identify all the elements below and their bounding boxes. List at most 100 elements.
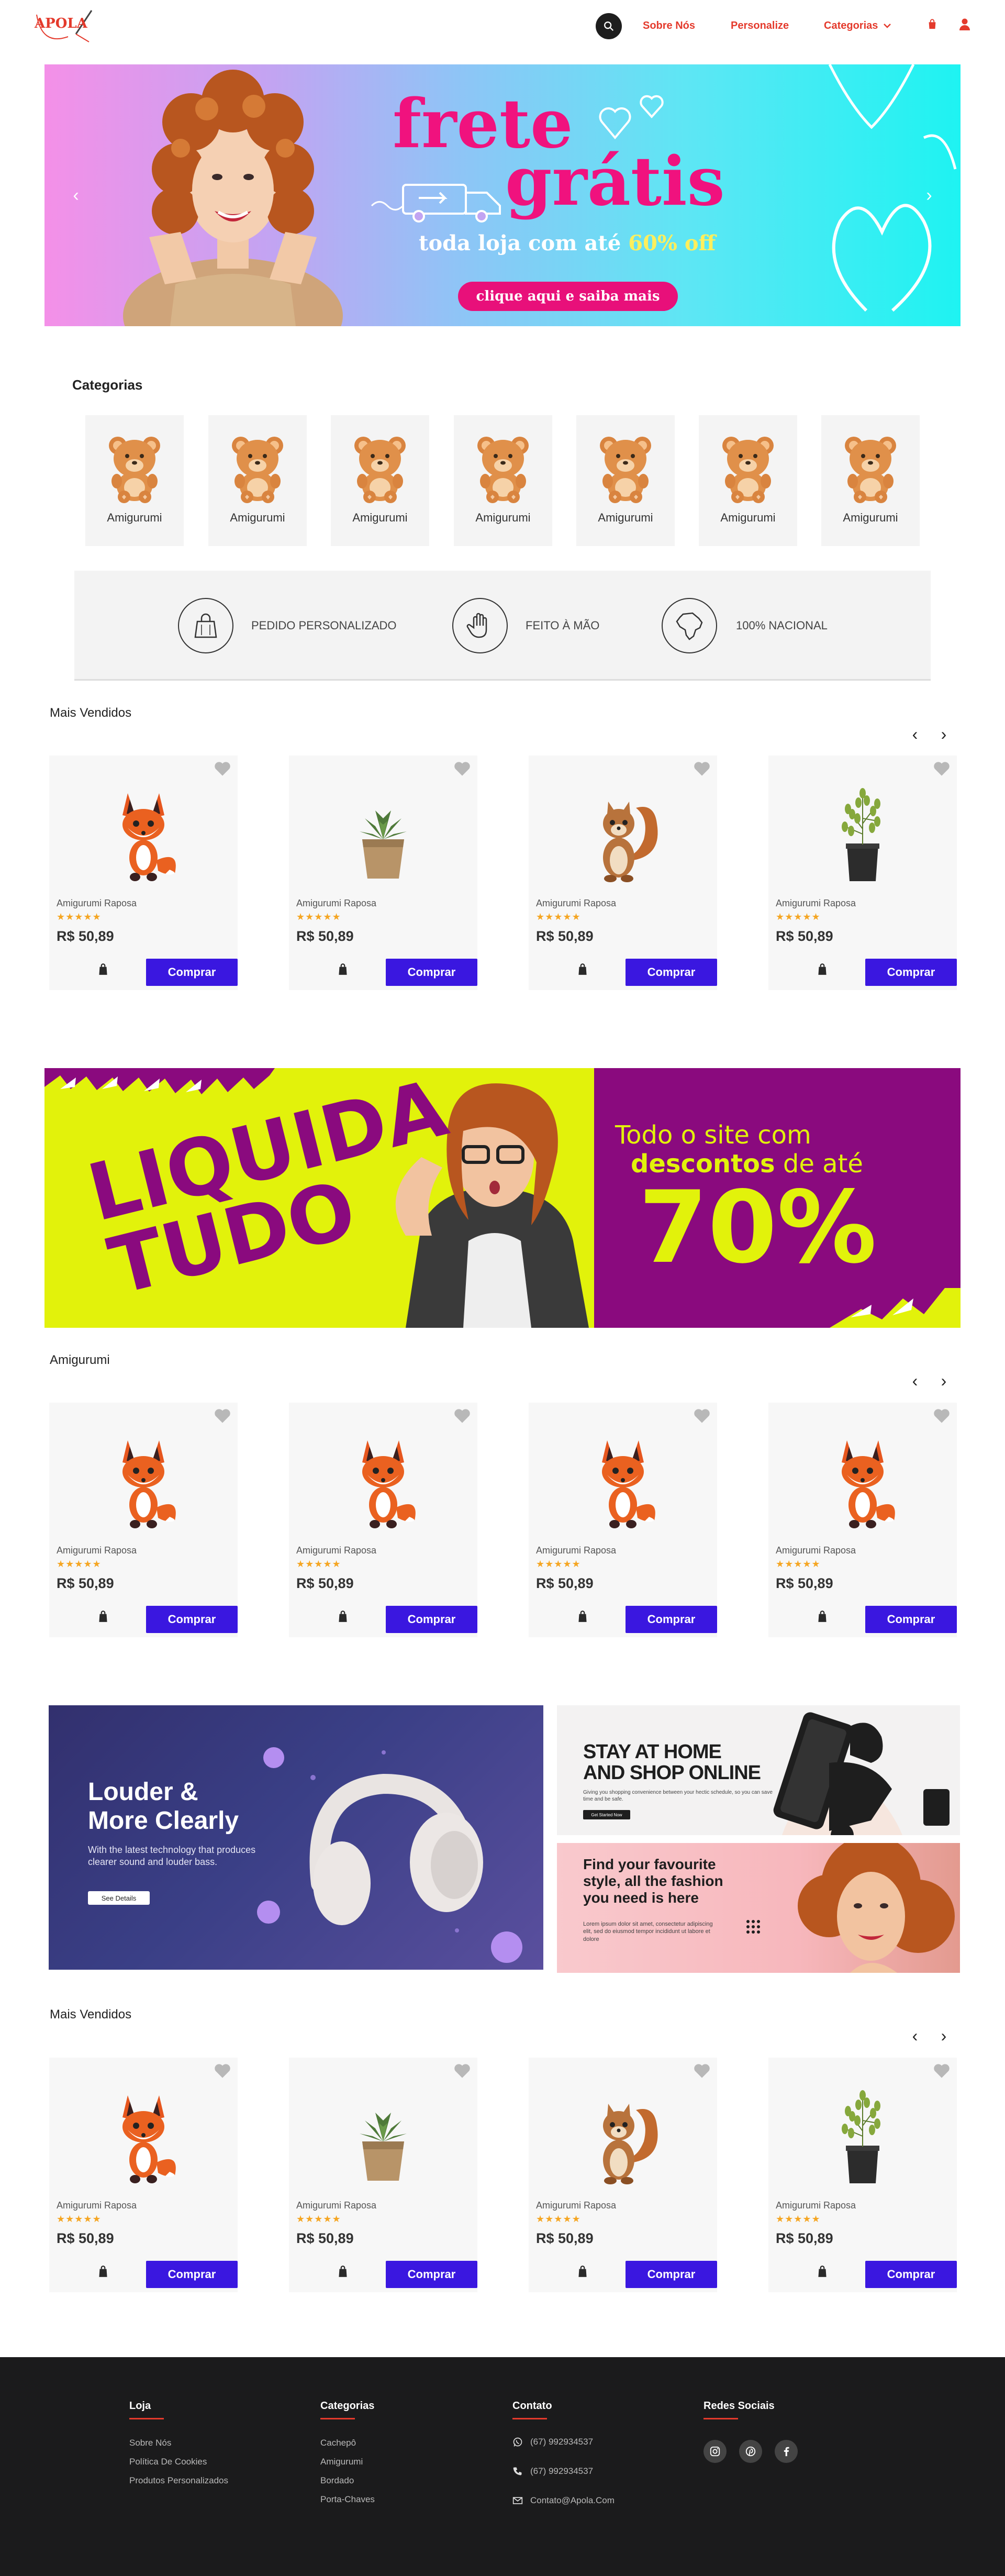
cart-icon[interactable]	[926, 18, 938, 30]
footer-link[interactable]: Sobre Nós	[129, 2438, 171, 2448]
product-card[interactable]: Amigurumi Raposa ★★★★★ R$ 50,89 Comprar	[768, 2058, 957, 2292]
footer-link[interactable]: Política De Cookies	[129, 2457, 207, 2467]
product-image[interactable]	[91, 782, 196, 886]
product-card[interactable]: Amigurumi Raposa ★★★★★ R$ 50,89 Comprar	[289, 1403, 477, 1637]
buy-button[interactable]: Comprar	[146, 1606, 238, 1633]
product-card[interactable]: Amigurumi Raposa ★★★★★ R$ 50,89 Comprar	[49, 756, 238, 990]
category-card[interactable]: Amigurumi	[454, 415, 552, 546]
shopping-bag-icon[interactable]	[816, 2264, 829, 2278]
product-image[interactable]	[91, 1429, 196, 1534]
search-button[interactable]	[596, 13, 622, 39]
hero-banner[interactable]: ‹ › frete grátis toda loja com até 60% o…	[44, 64, 961, 326]
headphones-promo-banner[interactable]: Louder & More Clearly With the latest te…	[49, 1705, 543, 1970]
product-image[interactable]	[331, 782, 436, 886]
product-card[interactable]: Amigurumi Raposa ★★★★★ R$ 50,89 Comprar	[768, 756, 957, 990]
pinterest-icon[interactable]	[739, 2440, 762, 2463]
heart-icon[interactable]	[214, 2063, 231, 2079]
nav-personalize[interactable]: Personalize	[731, 20, 789, 32]
shopping-bag-icon[interactable]	[96, 2264, 110, 2278]
buy-button[interactable]: Comprar	[865, 1606, 957, 1633]
product-card[interactable]: Amigurumi Raposa ★★★★★ R$ 50,89 Comprar	[529, 756, 717, 990]
get-started-button[interactable]: Get Started Now	[583, 1810, 630, 1819]
shopping-bag-icon[interactable]	[576, 1609, 589, 1623]
category-card[interactable]: Amigurumi	[576, 415, 675, 546]
footer-link[interactable]: Bordado	[320, 2475, 354, 2486]
category-card[interactable]: Amigurumi	[85, 415, 184, 546]
fashion-promo-banner[interactable]: Find your favourite style, all the fashi…	[557, 1843, 960, 1973]
shopping-bag-icon[interactable]	[336, 1609, 350, 1623]
category-card[interactable]: Amigurumi	[821, 415, 920, 546]
heart-icon[interactable]	[933, 761, 951, 776]
buy-button[interactable]: Comprar	[146, 2261, 238, 2288]
product-card[interactable]: Amigurumi Raposa ★★★★★ R$ 50,89 Comprar	[768, 1403, 957, 1637]
product-image[interactable]	[810, 782, 915, 886]
buy-button[interactable]: Comprar	[626, 1606, 717, 1633]
buy-button[interactable]: Comprar	[626, 2261, 717, 2288]
product-image[interactable]	[91, 2084, 196, 2189]
footer-link[interactable]: Porta-Chaves	[320, 2494, 375, 2505]
shopping-bag-icon[interactable]	[816, 962, 829, 976]
heart-icon[interactable]	[933, 1408, 951, 1424]
product-image[interactable]	[810, 2084, 915, 2189]
shopping-bag-icon[interactable]	[96, 1609, 110, 1623]
product-card[interactable]: Amigurumi Raposa ★★★★★ R$ 50,89 Comprar	[289, 2058, 477, 2292]
buy-button[interactable]: Comprar	[865, 959, 957, 986]
footer-whatsapp[interactable]: (67) 992934537	[512, 2437, 593, 2447]
carousel-prev-arrow[interactable]: ‹	[907, 725, 923, 743]
nav-about[interactable]: Sobre Nós	[643, 20, 695, 32]
carousel-next-arrow[interactable]: ›	[936, 725, 952, 743]
user-icon[interactable]	[959, 18, 970, 30]
shopping-bag-icon[interactable]	[336, 2264, 350, 2278]
product-name[interactable]: Amigurumi Raposa	[776, 898, 856, 909]
carousel-prev-arrow[interactable]: ‹	[907, 2026, 923, 2045]
shopping-bag-icon[interactable]	[336, 962, 350, 976]
product-name[interactable]: Amigurumi Raposa	[776, 1545, 856, 1556]
carousel-next-arrow[interactable]: ›	[936, 1371, 952, 1390]
carousel-prev-arrow[interactable]: ‹	[907, 1371, 923, 1390]
hero-cta-button[interactable]: clique aqui e saiba mais	[458, 282, 678, 311]
buy-button[interactable]: Comprar	[626, 959, 717, 986]
stay-at-home-promo-banner[interactable]: STAY AT HOME AND SHOP ONLINE Giving you …	[557, 1705, 960, 1835]
heart-icon[interactable]	[693, 1408, 711, 1424]
product-name[interactable]: Amigurumi Raposa	[57, 898, 137, 909]
buy-button[interactable]: Comprar	[146, 959, 238, 986]
logo[interactable]: APOLA	[31, 5, 99, 47]
product-image[interactable]	[571, 2084, 675, 2189]
heart-icon[interactable]	[453, 761, 471, 776]
buy-button[interactable]: Comprar	[386, 2261, 477, 2288]
shopping-bag-icon[interactable]	[96, 962, 110, 976]
product-image[interactable]	[571, 1429, 675, 1534]
buy-button[interactable]: Comprar	[386, 959, 477, 986]
footer-email[interactable]: Contato@Apola.Com	[512, 2495, 615, 2506]
product-card[interactable]: Amigurumi Raposa ★★★★★ R$ 50,89 Comprar	[49, 2058, 238, 2292]
product-name[interactable]: Amigurumi Raposa	[536, 2200, 616, 2211]
hero-next-arrow[interactable]: ›	[921, 185, 937, 206]
footer-link[interactable]: Amigurumi	[320, 2457, 363, 2467]
heart-icon[interactable]	[693, 2063, 711, 2079]
shopping-bag-icon[interactable]	[576, 962, 589, 976]
product-name[interactable]: Amigurumi Raposa	[536, 898, 616, 909]
product-card[interactable]: Amigurumi Raposa ★★★★★ R$ 50,89 Comprar	[289, 756, 477, 990]
category-card[interactable]: Amigurumi	[331, 415, 429, 546]
footer-phone[interactable]: (67) 992934537	[512, 2466, 593, 2477]
product-image[interactable]	[331, 1429, 436, 1534]
heart-icon[interactable]	[214, 1408, 231, 1424]
product-card[interactable]: Amigurumi Raposa ★★★★★ R$ 50,89 Comprar	[49, 1403, 238, 1637]
product-name[interactable]: Amigurumi Raposa	[296, 898, 376, 909]
category-card[interactable]: Amigurumi	[699, 415, 797, 546]
facebook-icon[interactable]	[775, 2440, 798, 2463]
product-name[interactable]: Amigurumi Raposa	[57, 1545, 137, 1556]
footer-link[interactable]: Produtos Personalizados	[129, 2475, 228, 2486]
heart-icon[interactable]	[453, 1408, 471, 1424]
shopping-bag-icon[interactable]	[576, 2264, 589, 2278]
heart-icon[interactable]	[214, 761, 231, 776]
product-image[interactable]	[810, 1429, 915, 1534]
hero-prev-arrow[interactable]: ‹	[68, 185, 84, 206]
see-details-button[interactable]: See Details	[88, 1891, 150, 1905]
product-image[interactable]	[571, 782, 675, 886]
heart-icon[interactable]	[933, 2063, 951, 2079]
buy-button[interactable]: Comprar	[865, 2261, 957, 2288]
product-name[interactable]: Amigurumi Raposa	[296, 1545, 376, 1556]
heart-icon[interactable]	[693, 761, 711, 776]
buy-button[interactable]: Comprar	[386, 1606, 477, 1633]
